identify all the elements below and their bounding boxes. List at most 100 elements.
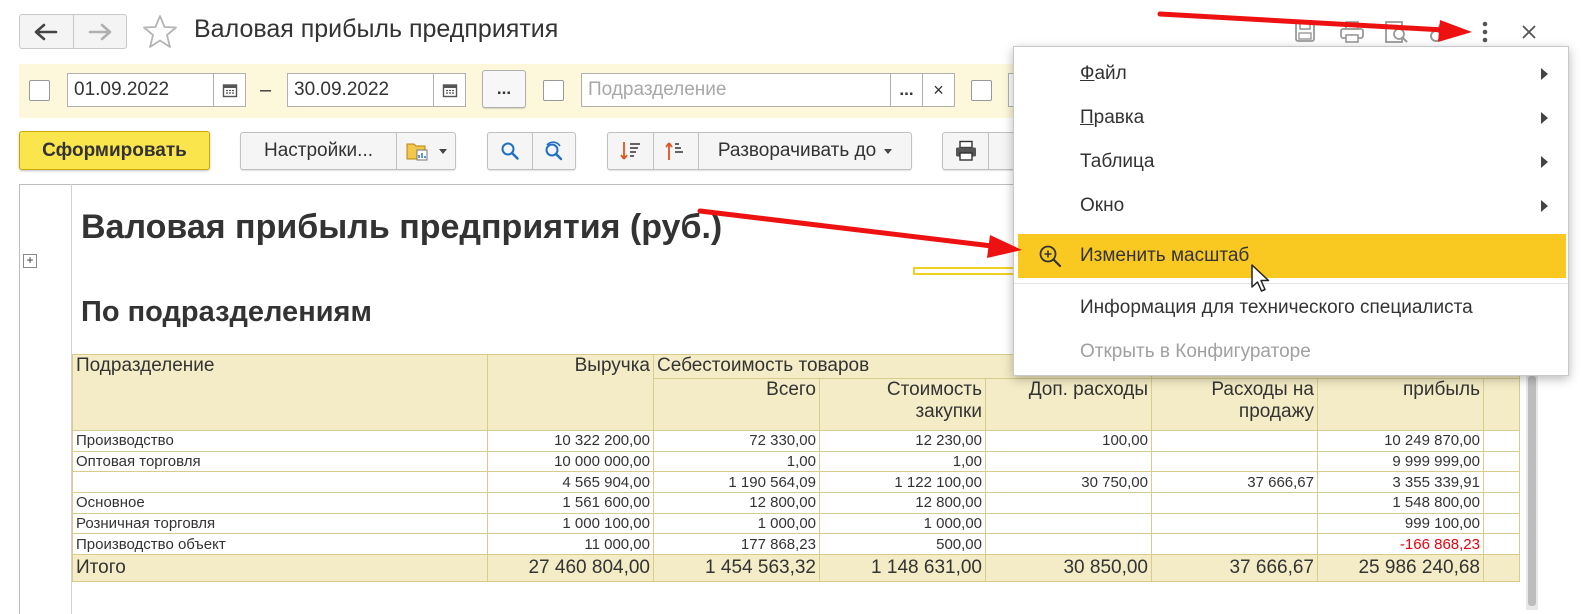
cell-sales xyxy=(1151,492,1318,514)
cell-subdivision: Основное xyxy=(72,492,488,514)
menu-item-window[interactable]: Окно xyxy=(1014,184,1568,228)
print-button[interactable] xyxy=(943,133,988,169)
totals-spacer xyxy=(1483,554,1520,583)
cell-subdivision: Розничная торговля xyxy=(72,512,488,535)
date-from-field[interactable]: 01.09.2022 xyxy=(67,73,246,107)
menu-item-edit-rest: равка xyxy=(1093,107,1145,128)
more-vertical-icon[interactable] xyxy=(1470,17,1500,47)
save-icon[interactable] xyxy=(1290,17,1320,47)
menu-item-open-configurator-label: Открыть в Конфигураторе xyxy=(1080,341,1311,362)
menu-separator xyxy=(1014,283,1568,284)
forward-button[interactable] xyxy=(72,15,127,48)
zoom-in-icon xyxy=(1039,245,1062,268)
settings-button[interactable]: Настройки... xyxy=(241,133,396,169)
date-from-value: 01.09.2022 xyxy=(74,79,170,100)
cell-purchase: 12 230,00 xyxy=(819,430,986,452)
menu-item-tech-info[interactable]: Информация для технического специалиста xyxy=(1014,286,1568,330)
cell-sales xyxy=(1151,512,1318,535)
subdivision-select-button[interactable]: ... xyxy=(890,74,922,106)
cell-revenue: 10 000 000,00 xyxy=(487,450,654,473)
totals-label: Итого xyxy=(72,554,488,583)
cell-profit: 10 249 870,00 xyxy=(1317,430,1484,452)
totals-profit: 25 986 240,68 xyxy=(1317,554,1484,583)
search-next-button[interactable] xyxy=(532,133,575,169)
table-row[interactable]: 4 565 904,00 1 190 564,09 1 122 100,00 30 7… xyxy=(72,471,1520,494)
column-header-extra-costs: Доп. расходы xyxy=(985,378,1152,431)
totals-extra: 30 850,00 xyxy=(985,554,1152,583)
cell-extra xyxy=(985,512,1152,535)
menu-item-open-configurator: Открыть в Конфигураторе xyxy=(1014,330,1568,374)
calendar-icon[interactable] xyxy=(213,74,245,106)
link-icon[interactable] xyxy=(1425,17,1455,47)
sort-descending-button[interactable] xyxy=(608,133,653,169)
vertical-scrollbar-thumb[interactable] xyxy=(1528,376,1536,606)
favorite-star-icon[interactable] xyxy=(140,12,180,52)
report-variants-icon xyxy=(406,143,428,161)
menu-item-change-scale[interactable]: Изменить масштаб xyxy=(1018,234,1566,278)
print-group xyxy=(942,132,1019,170)
column-header-total: Всего xyxy=(653,378,820,431)
expand-group-icon[interactable]: + xyxy=(23,254,37,268)
period-checkbox[interactable] xyxy=(29,80,50,101)
cell-profit: 3 355 339,91 xyxy=(1317,471,1484,494)
menu-item-table[interactable]: Таблица xyxy=(1014,140,1568,184)
back-button[interactable] xyxy=(20,15,73,48)
cell-subdivision: Оптовая торговля xyxy=(72,450,488,473)
table-row[interactable]: Основное 1 561 600,00 12 800,00 12 800,00 1 … xyxy=(72,492,1520,514)
totals-row[interactable]: Итого 27 460 804,00 1 454 563,32 1 148 6… xyxy=(72,554,1520,583)
cell-purchase: 1 000,00 xyxy=(819,512,986,535)
grouping-group: Разворачивать до xyxy=(607,132,912,170)
table-row[interactable]: Производство 10 322 200,00 72 330,00 12 230… xyxy=(72,430,1520,452)
menu-item-edit[interactable]: Правка xyxy=(1014,96,1568,140)
menu-item-file-rest: айл xyxy=(1094,63,1127,84)
cell-revenue: 1 000 100,00 xyxy=(487,512,654,535)
table-row[interactable]: Оптовая торговля 10 000 000,00 1,00 1,00 9 9… xyxy=(72,450,1520,473)
chevron-right-icon xyxy=(1541,200,1548,212)
expand-to-label: Разворачивать до xyxy=(717,140,877,161)
cell-extra xyxy=(985,492,1152,514)
generate-button[interactable]: Сформировать xyxy=(19,131,210,170)
cell-purchase: 1 122 100,00 xyxy=(819,471,986,494)
variants-button[interactable] xyxy=(396,133,455,169)
menu-item-change-scale-label: Изменить масштаб xyxy=(1080,245,1250,266)
subdivision-field[interactable]: Подразделение ... × xyxy=(581,73,955,107)
mouse-cursor-icon xyxy=(1250,263,1272,293)
print-icon[interactable] xyxy=(1337,17,1367,47)
menu-item-file[interactable]: Файл xyxy=(1014,52,1568,96)
sort-ascending-icon xyxy=(665,142,683,160)
cell-revenue: 10 322 200,00 xyxy=(487,430,654,452)
expand-to-button[interactable]: Разворачивать до xyxy=(698,133,911,169)
period-select-button[interactable]: ... xyxy=(482,70,526,108)
table-row[interactable]: Производство объект 11 000,00 177 868,23 50… xyxy=(72,533,1520,556)
totals-purchase: 1 148 631,00 xyxy=(819,554,986,583)
date-to-field[interactable]: 30.09.2022 xyxy=(287,73,466,107)
cell-total: 12 800,00 xyxy=(653,492,820,514)
subdivision-checkbox[interactable] xyxy=(543,80,564,101)
preview-icon[interactable] xyxy=(1381,17,1411,47)
cell-total: 72 330,00 xyxy=(653,430,820,452)
printer-icon xyxy=(955,140,976,161)
report-title: Валовая прибыль предприятия (руб.) xyxy=(81,208,723,246)
cell-total: 177 868,23 xyxy=(653,533,820,556)
column-header-spacer xyxy=(1483,378,1520,431)
cell-subdivision xyxy=(72,471,488,494)
close-icon[interactable] xyxy=(1514,17,1544,47)
search-button[interactable] xyxy=(488,133,532,169)
cell-revenue: 4 565 904,00 xyxy=(487,471,654,494)
cell-profit: 1 548 800,00 xyxy=(1317,492,1484,514)
table-row[interactable]: Розничная торговля 1 000 100,00 1 000,00 1 … xyxy=(72,512,1520,535)
chevron-right-icon xyxy=(1541,68,1548,80)
cell-profit: -166 868,23 xyxy=(1317,533,1484,556)
menu-item-table-label: Таблица xyxy=(1080,151,1155,172)
subdivision-clear-button[interactable]: × xyxy=(922,74,954,106)
sort-ascending-button[interactable] xyxy=(653,133,698,169)
cell-extra xyxy=(985,533,1152,556)
report-subtitle: По подразделениям xyxy=(81,296,372,328)
extra-filter-checkbox[interactable] xyxy=(971,80,992,101)
cell-sales xyxy=(1151,533,1318,556)
search-next-icon xyxy=(545,141,563,161)
settings-group: Настройки... xyxy=(240,132,456,170)
cell-subdivision: Производство xyxy=(72,430,488,452)
calendar-icon[interactable] xyxy=(433,74,465,106)
cell-spacer xyxy=(1483,492,1520,514)
